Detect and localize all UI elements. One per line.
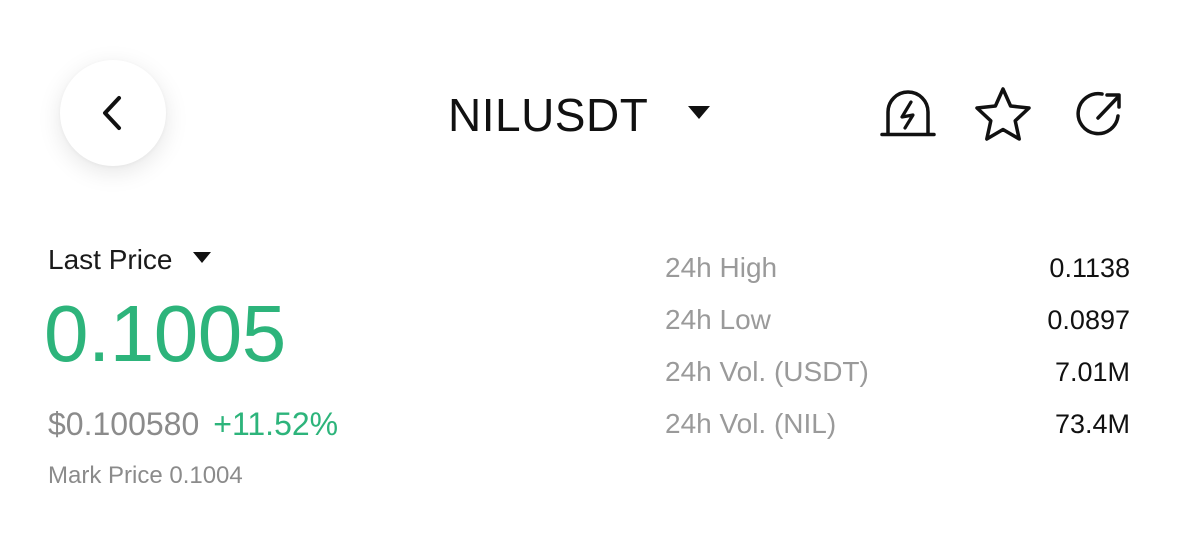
stat-row-24h-high: 24h High 0.1138 (665, 242, 1130, 294)
price-alert-button[interactable] (880, 88, 936, 144)
last-price-selector[interactable]: Last Price (48, 240, 211, 280)
fiat-price-row: $0.100580 +11.52% (48, 402, 338, 446)
stat-label: 24h Vol. (NIL) (665, 408, 837, 439)
market-stats: 24h High 0.1138 24h Low 0.0897 24h Vol. … (665, 242, 1130, 450)
bell-lightning-icon (880, 86, 936, 147)
stat-label: 24h Low (665, 304, 771, 335)
stat-row-24h-vol-nil: 24h Vol. (NIL) 73.4M (665, 398, 1130, 450)
stat-value: 7.01M (1054, 356, 1130, 387)
stat-value: 0.0897 (1047, 304, 1130, 335)
symbol-title: NILUSDT (448, 89, 649, 141)
stat-label: 24h High (665, 252, 778, 283)
fiat-price: $0.100580 (48, 405, 200, 442)
caret-down-icon (192, 251, 211, 269)
stat-value: 0.1138 (1049, 252, 1130, 283)
back-button[interactable] (60, 60, 166, 166)
chevron-left-icon (99, 93, 127, 133)
stat-row-24h-vol-usdt: 24h Vol. (USDT) 7.01M (665, 346, 1130, 398)
stat-label: 24h Vol. (USDT) (665, 356, 869, 387)
share-button[interactable] (1072, 88, 1128, 144)
mark-price: Mark Price 0.1004 (48, 462, 243, 489)
caret-down-icon (688, 105, 711, 125)
stat-row-24h-low: 24h Low 0.0897 (665, 294, 1130, 346)
share-arrow-icon (1072, 86, 1128, 147)
last-price-label: Last Price (48, 244, 173, 275)
stat-value: 73.4M (1054, 408, 1130, 439)
last-price-value: 0.1005 (44, 289, 286, 378)
star-icon (973, 85, 1033, 148)
price-change-percent: +11.52% (213, 405, 339, 442)
favorite-button[interactable] (975, 86, 1031, 144)
symbol-selector[interactable]: NILUSDT (448, 80, 711, 150)
